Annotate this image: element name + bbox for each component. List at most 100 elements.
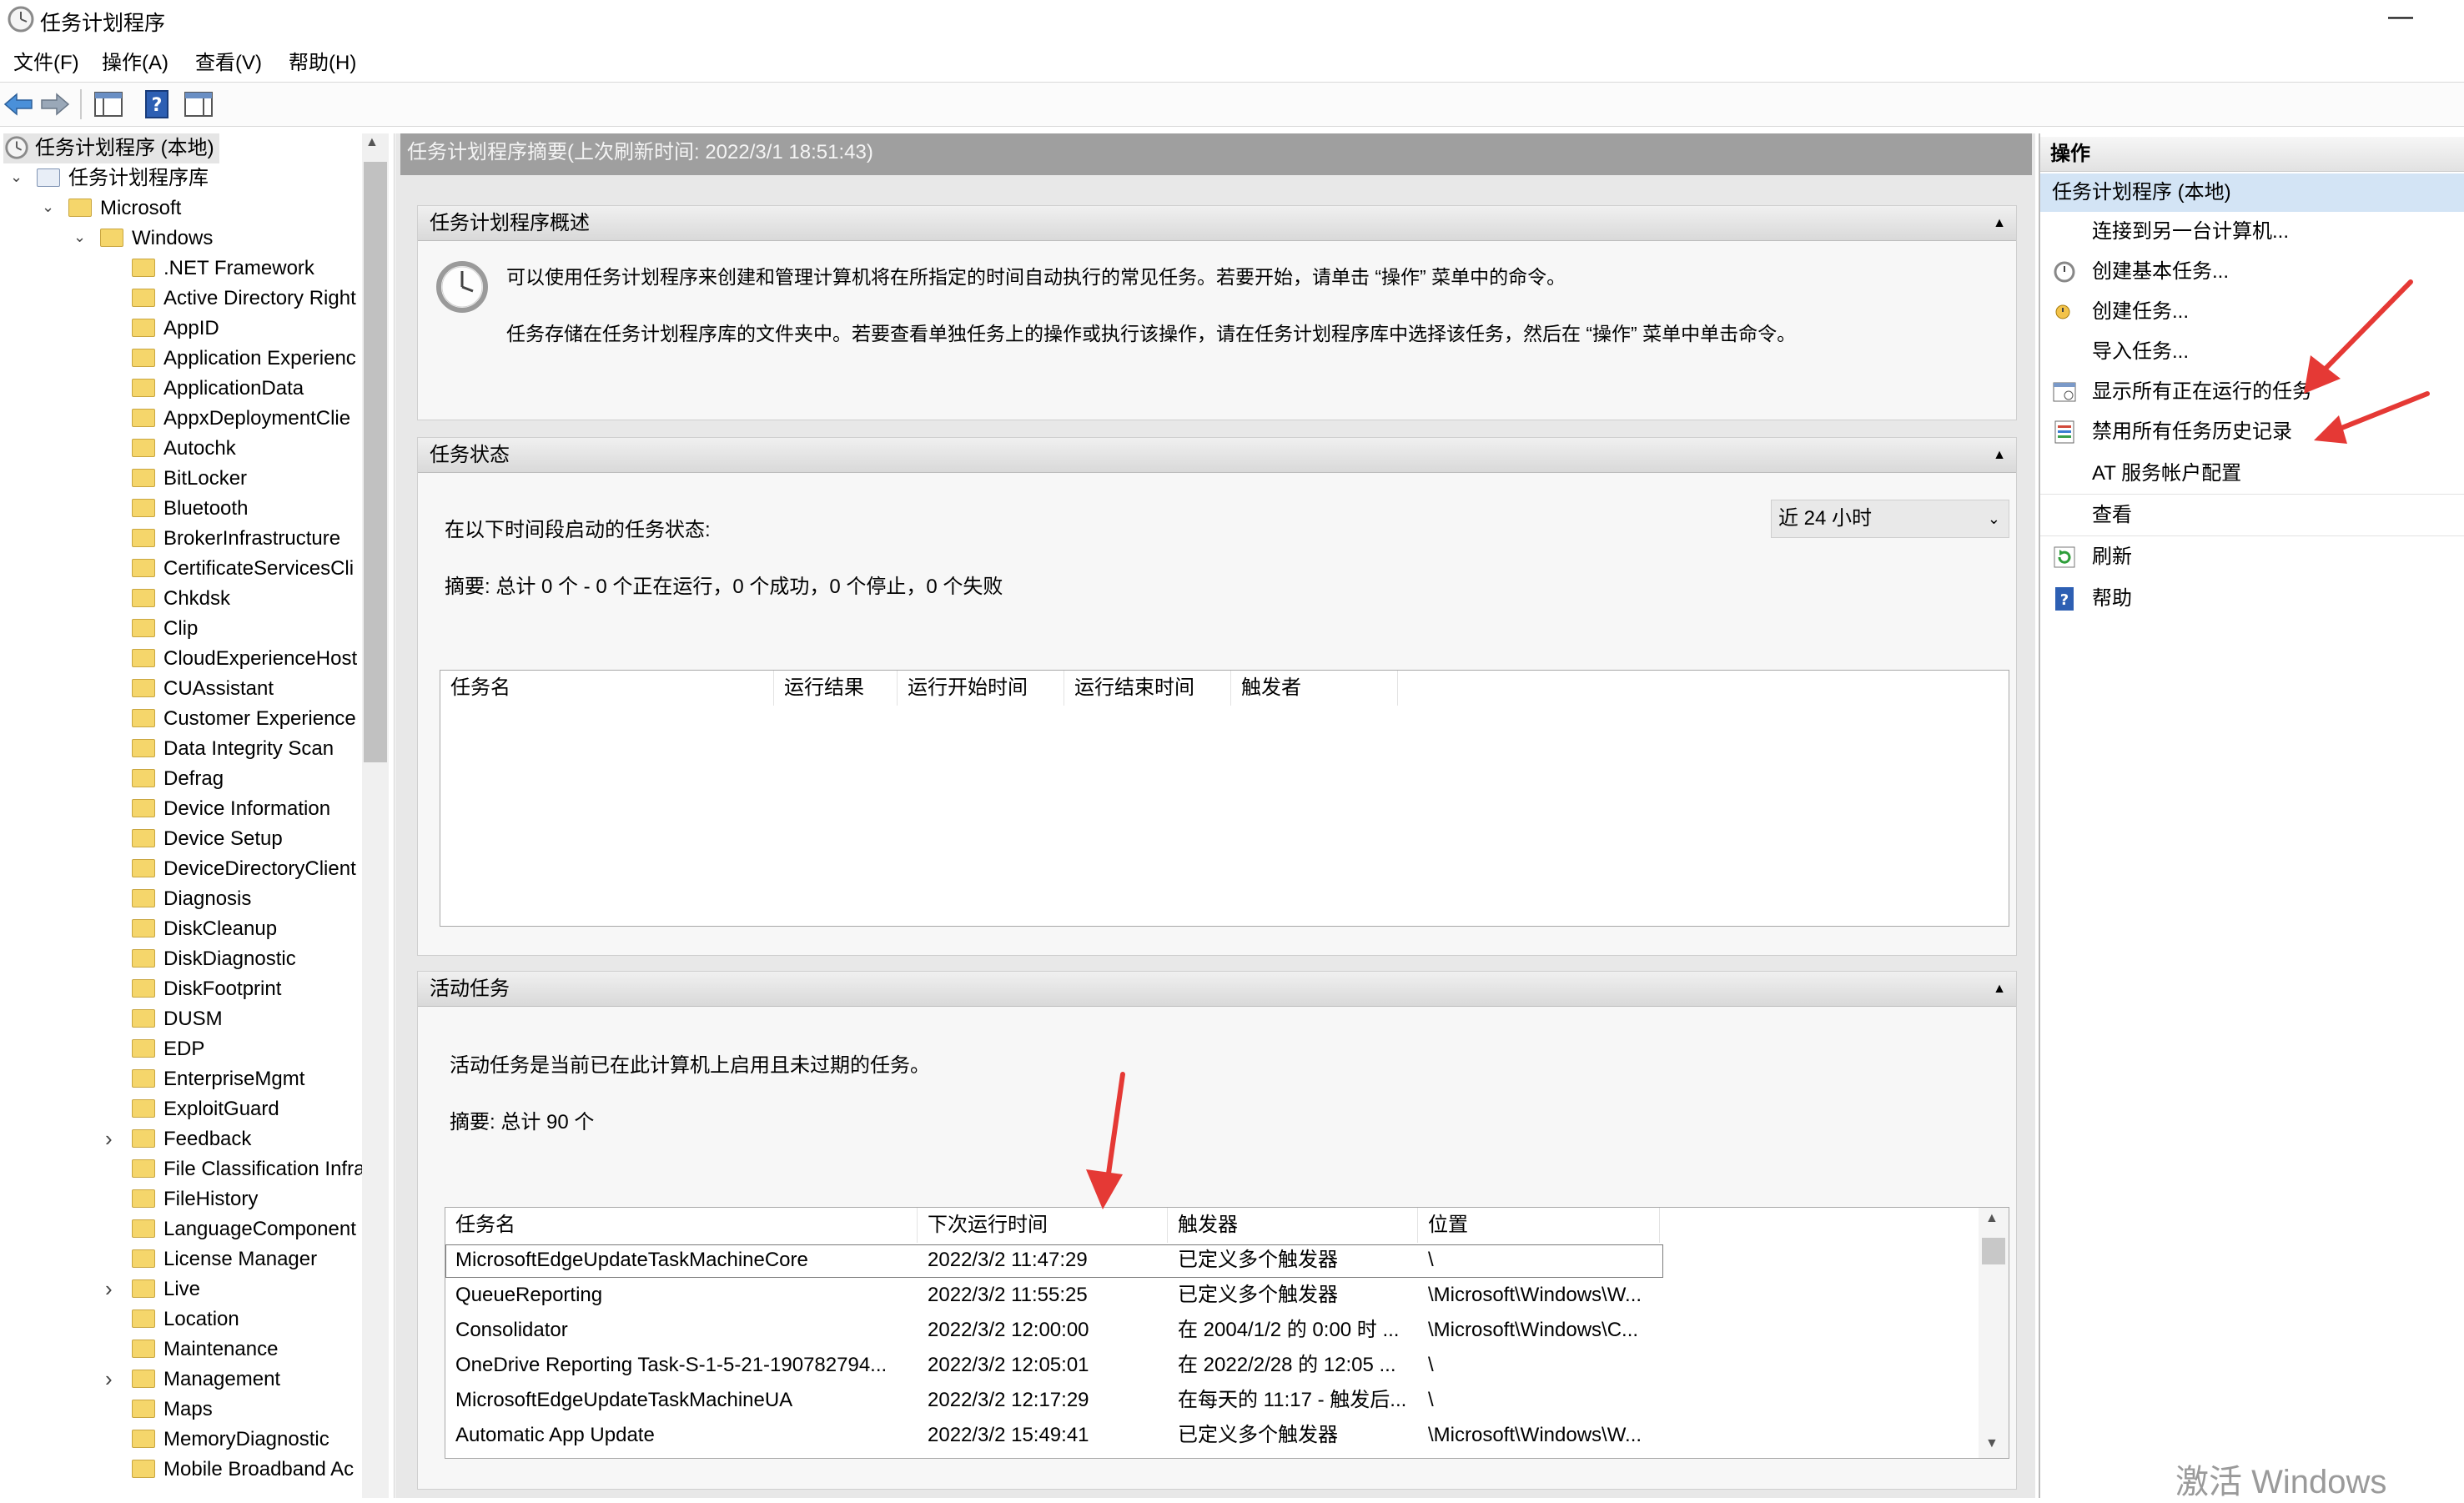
tree-item-folder[interactable]: Data Integrity Scan: [132, 734, 334, 764]
tree-item-folder[interactable]: File Classification Infra: [132, 1154, 365, 1184]
tree-item-folder[interactable]: Active Directory Right: [132, 284, 356, 314]
tree-scrollbar-thumb[interactable]: [364, 162, 387, 762]
tree-label: Microsoft: [100, 197, 182, 219]
tree-item-folder[interactable]: DiskCleanup: [132, 914, 277, 944]
menu-file[interactable]: 文件(F): [12, 47, 81, 80]
tree-item-folder[interactable]: Diagnosis: [132, 884, 251, 914]
tree-item-windows[interactable]: Windows: [100, 224, 213, 254]
active-tasks-grid[interactable]: 任务名 下次运行时间 触发器 位置 MicrosoftEdgeUpdateTas…: [445, 1207, 2009, 1459]
create-task-icon: [2055, 304, 2070, 319]
scroll-down-icon[interactable]: ▼: [1985, 1436, 1999, 1451]
tree-item-folder[interactable]: AppID: [132, 314, 219, 344]
tree-item-folder[interactable]: Live: [132, 1274, 200, 1304]
tree-item-folder[interactable]: Defrag: [132, 764, 224, 794]
chevron-right-icon[interactable]: ›: [105, 1366, 113, 1392]
tree-item-folder[interactable]: EDP: [132, 1034, 204, 1064]
forward-arrow-icon[interactable]: [38, 89, 72, 119]
tree-item-folder[interactable]: Bluetooth: [132, 494, 248, 524]
chevron-down-icon[interactable]: ⌄: [10, 168, 23, 186]
collapse-icon[interactable]: ▲: [1993, 438, 2006, 473]
grid-scrollbar-thumb[interactable]: [1982, 1238, 2005, 1264]
summary-header: 任务计划程序摘要(上次刷新时间: 2022/3/1 18:51:43): [400, 133, 2032, 175]
chevron-right-icon[interactable]: ›: [105, 1276, 113, 1302]
tree-item-folder[interactable]: MemoryDiagnostic: [132, 1425, 329, 1455]
folder-icon: [132, 1068, 155, 1088]
col-location[interactable]: 位置: [1418, 1208, 1660, 1243]
tree-item-folder[interactable]: DUSM: [132, 1004, 223, 1034]
tree-item-folder[interactable]: Device Information: [132, 794, 330, 824]
chevron-down-icon[interactable]: ⌄: [73, 229, 86, 246]
tree-item-folder[interactable]: Chkdsk: [132, 584, 230, 614]
col-run-end[interactable]: 运行结束时间: [1064, 671, 1231, 706]
status-grid[interactable]: 任务名 运行结果 运行开始时间 运行结束时间 触发者: [440, 670, 2009, 927]
col-run-result[interactable]: 运行结果: [774, 671, 898, 706]
tree-label: License Manager: [163, 1248, 318, 1270]
tree-item-folder[interactable]: Application Experienc: [132, 344, 356, 374]
tree-item-folder[interactable]: Maps: [132, 1395, 213, 1425]
action-connect-computer[interactable]: 连接到另一台计算机...: [2040, 212, 2464, 252]
tree-item-folder[interactable]: Clip: [132, 614, 198, 644]
tree-item-folder[interactable]: FileHistory: [132, 1184, 258, 1214]
minimize-button[interactable]: —: [2384, 2, 2417, 35]
action-at-service-account[interactable]: AT 服务帐户配置: [2040, 454, 2464, 495]
period-dropdown[interactable]: 近 24 小时 ⌄: [1771, 500, 2009, 538]
tree-item-folder[interactable]: LanguageComponent: [132, 1214, 356, 1244]
actions-group-header[interactable]: 任务计划程序 (本地): [2040, 173, 2464, 212]
tree-item-folder[interactable]: Maintenance: [132, 1335, 278, 1365]
period-value: 近 24 小时: [1778, 507, 1873, 530]
tree-label: Data Integrity Scan: [163, 737, 334, 760]
folder-icon: [132, 978, 155, 998]
collapse-icon[interactable]: ▲: [1993, 972, 2006, 1007]
tree-item-folder[interactable]: DiskFootprint: [132, 974, 281, 1004]
col-run-start[interactable]: 运行开始时间: [898, 671, 1064, 706]
folder-icon: [132, 768, 155, 787]
tree-item-folder[interactable]: CUAssistant: [132, 674, 274, 704]
col-task-name[interactable]: 任务名: [440, 671, 774, 706]
action-help[interactable]: ? 帮助: [2040, 579, 2464, 619]
tree-item-folder[interactable]: Autochk: [132, 434, 236, 464]
tree-item-folder[interactable]: DeviceDirectoryClient: [132, 854, 356, 884]
tree-item-folder[interactable]: Mobile Broadband Ac: [132, 1455, 354, 1485]
menu-action[interactable]: 操作(A): [100, 47, 170, 80]
collapse-icon[interactable]: ▲: [1993, 206, 2006, 241]
tree-item-folder[interactable]: Device Setup: [132, 824, 283, 854]
menu-view[interactable]: 查看(V): [194, 47, 264, 80]
col-next-run[interactable]: 下次运行时间: [918, 1208, 1168, 1243]
tree-item-folder[interactable]: Feedback: [132, 1124, 251, 1154]
folder-icon: [132, 468, 155, 487]
tree-item-folder[interactable]: CloudExperienceHost: [132, 644, 357, 674]
status-section-header[interactable]: 任务状态 ▲: [418, 438, 2016, 473]
chevron-right-icon[interactable]: ›: [105, 1126, 113, 1152]
tree-item-folder[interactable]: .NET Framework: [132, 254, 314, 284]
tree-item-folder[interactable]: DiskDiagnostic: [132, 944, 296, 974]
tree-item-folder[interactable]: BrokerInfrastructure: [132, 524, 340, 554]
tree-item-microsoft[interactable]: Microsoft: [68, 194, 181, 224]
tree-item-folder[interactable]: License Manager: [132, 1244, 317, 1274]
tree-item-folder[interactable]: CertificateServicesCli: [132, 554, 354, 584]
action-view[interactable]: 查看: [2040, 495, 2464, 536]
tree-item-library[interactable]: 任务计划程序库: [37, 163, 209, 194]
chevron-down-icon[interactable]: ⌄: [42, 199, 54, 216]
tree-item-folder[interactable]: BitLocker: [132, 464, 247, 494]
tree-item-root[interactable]: 任务计划程序 (本地): [3, 133, 219, 163]
col-task-name[interactable]: 任务名: [445, 1208, 918, 1243]
tree-item-folder[interactable]: Location: [132, 1304, 239, 1335]
scroll-up-icon[interactable]: ▲: [365, 135, 379, 150]
col-triggered-by[interactable]: 触发者: [1231, 671, 1398, 706]
action-pane-icon[interactable]: [182, 89, 215, 119]
overview-section-header[interactable]: 任务计划程序概述 ▲: [418, 206, 2016, 241]
scroll-up-icon[interactable]: ▲: [1985, 1211, 1999, 1226]
action-refresh[interactable]: 刷新: [2040, 537, 2464, 577]
tree-item-folder[interactable]: ExploitGuard: [132, 1094, 279, 1124]
tree-item-folder[interactable]: AppxDeploymentClie: [132, 404, 350, 434]
menu-help[interactable]: 帮助(H): [287, 47, 358, 80]
help-book-icon[interactable]: ?: [140, 89, 173, 119]
col-trigger[interactable]: 触发器: [1168, 1208, 1418, 1243]
tree-item-folder[interactable]: Management: [132, 1365, 280, 1395]
back-arrow-icon[interactable]: [2, 89, 35, 119]
tree-item-folder[interactable]: Customer Experience: [132, 704, 356, 734]
console-tree-icon[interactable]: [92, 89, 125, 119]
tree-item-folder[interactable]: ApplicationData: [132, 374, 304, 404]
tree-item-folder[interactable]: EnterpriseMgmt: [132, 1064, 304, 1094]
active-section-header[interactable]: 活动任务 ▲: [418, 972, 2016, 1007]
